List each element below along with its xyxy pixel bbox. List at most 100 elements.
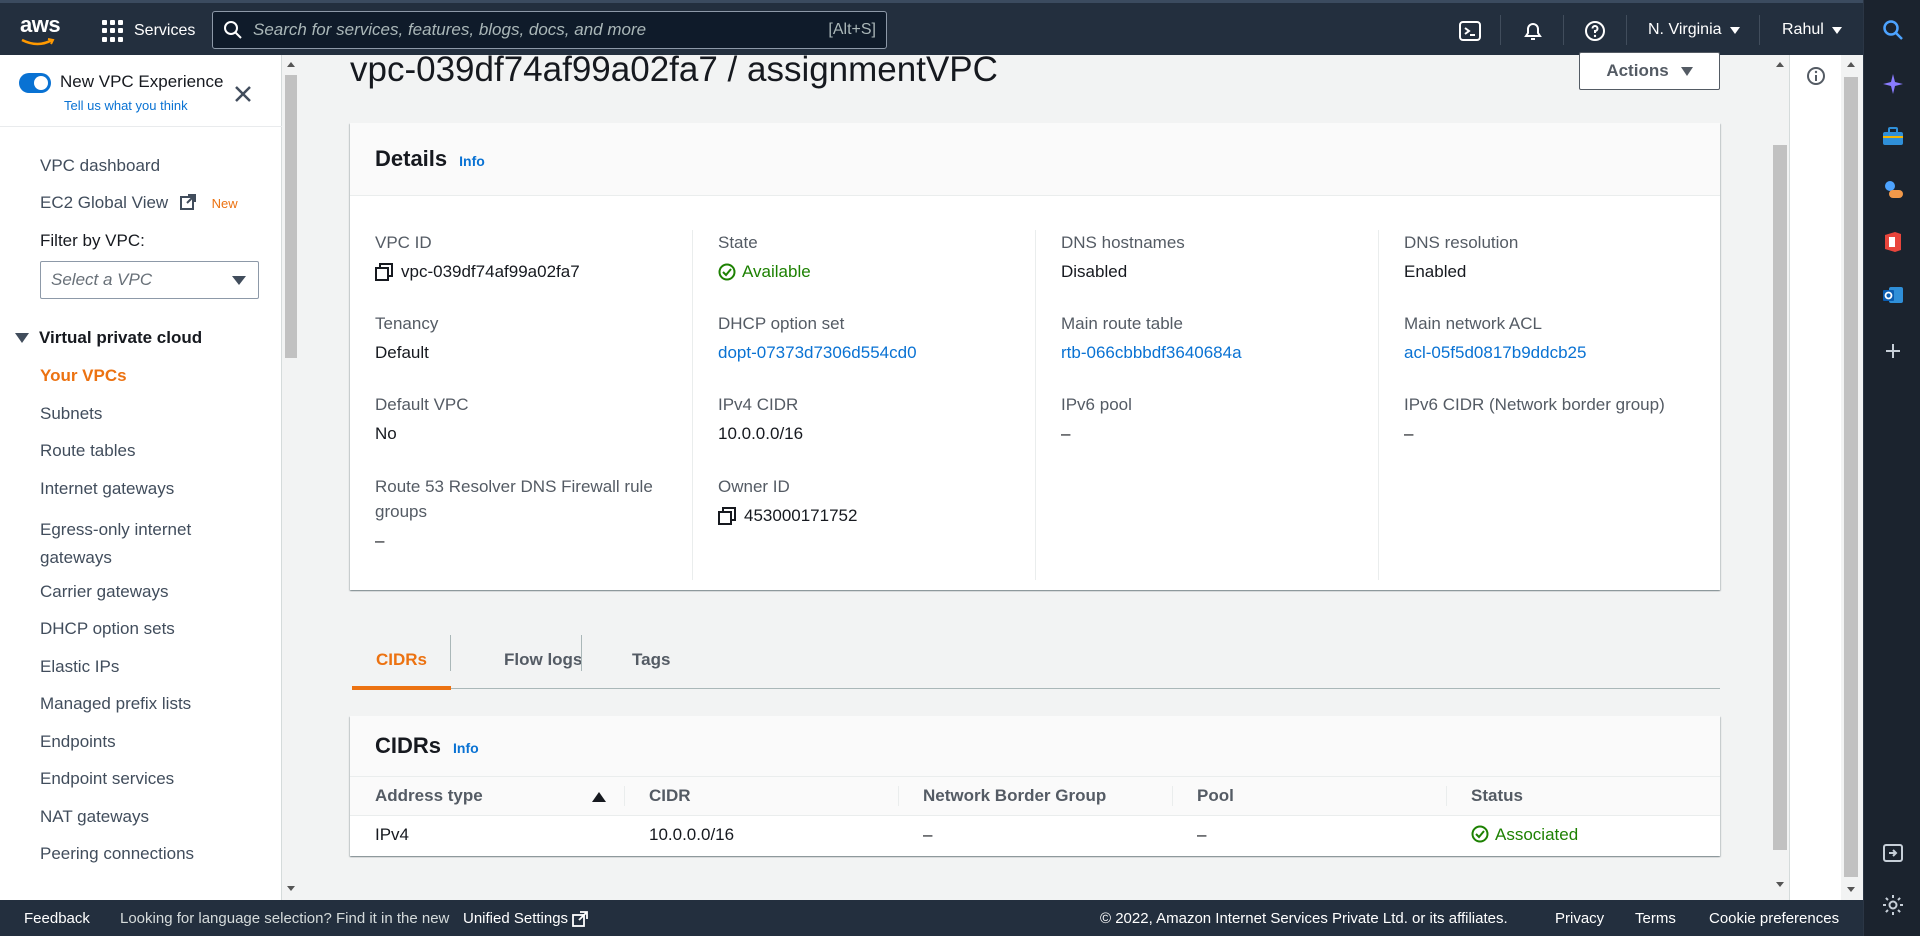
sidebar-item-endpoint-services[interactable]: Endpoint services	[40, 769, 174, 789]
sidebar-item-subnets[interactable]: Subnets	[40, 404, 102, 424]
column-header-network-border-group[interactable]: Network Border Group	[898, 777, 1172, 816]
sidebar-item-internet-gateways[interactable]: Internet gateways	[40, 479, 174, 499]
column-header-pool[interactable]: Pool	[1172, 777, 1446, 816]
field-label: IPv6 CIDR (Network border group)	[1404, 395, 1665, 414]
main-network-acl-link[interactable]: acl-05f5d0817b9ddcb25	[1404, 340, 1586, 365]
bell-icon[interactable]	[1521, 19, 1545, 43]
account-menu[interactable]: Rahul	[1782, 21, 1842, 39]
services-menu-button[interactable]: Services	[102, 17, 195, 45]
new-vpc-experience-label: New VPC Experience	[60, 72, 224, 91]
field-label: Tenancy	[375, 314, 439, 333]
terms-link[interactable]: Terms	[1635, 910, 1676, 927]
gear-icon[interactable]	[1881, 893, 1905, 917]
field-label: DNS resolution	[1404, 233, 1519, 252]
column-label: Status	[1471, 785, 1523, 805]
tab-cidrs[interactable]: CIDRs	[352, 630, 452, 690]
cidrs-panel: CIDRs Info Address type CIDR Network Bor…	[350, 716, 1720, 856]
sidebar-item-elastic-ips[interactable]: Elastic IPs	[40, 657, 119, 677]
sidebar-item-dhcp-option-sets[interactable]: DHCP option sets	[40, 619, 175, 639]
sidebar-toggle-icon[interactable]	[1881, 841, 1905, 865]
sidebar-item-your-vpcs[interactable]: Your VPCs	[40, 366, 127, 386]
new-vpc-experience-toggle[interactable]	[19, 73, 51, 93]
sidebar-scrollbar-thumb[interactable]	[285, 75, 297, 358]
sidebar-item-endpoints[interactable]: Endpoints	[40, 732, 116, 752]
aws-logo-text: aws	[20, 12, 61, 37]
sidebar-item-label: Endpoint services	[40, 769, 175, 788]
page-scrollbar-thumb[interactable]	[1844, 77, 1858, 877]
sidebar-item-label: DHCP option sets	[40, 619, 175, 638]
chevron-down-icon	[1831, 26, 1842, 34]
field-main-network-acl: Main network ACL acl-05f5d0817b9ddcb25	[1404, 311, 1586, 365]
cell-address-type: IPv4	[375, 825, 410, 845]
copy-icon[interactable]	[718, 506, 736, 525]
column-label: CIDR	[649, 785, 691, 805]
sidebar-item-ec2-global-view[interactable]: EC2 Global View New	[40, 193, 238, 213]
feedback-link[interactable]: Feedback	[24, 910, 90, 927]
column-header-cidr[interactable]: CIDR	[624, 777, 898, 816]
sidebar-item-egress-only-internet-gateways[interactable]: Egress-only internet gateways	[40, 516, 230, 572]
cidrs-title: CIDRs	[375, 733, 442, 758]
cloudshell-icon[interactable]	[1458, 19, 1482, 43]
sidebar-item-label: Carrier gateways	[40, 582, 169, 601]
tab-tags[interactable]: Tags	[608, 630, 694, 689]
sidebar-item-route-tables[interactable]: Route tables	[40, 441, 135, 461]
games-icon[interactable]	[1881, 178, 1905, 202]
cookie-preferences-link[interactable]: Cookie preferences	[1709, 910, 1839, 927]
sidebar-item-label: VPC dashboard	[40, 156, 161, 175]
tab-flow-logs[interactable]: Flow logs	[478, 630, 608, 689]
main-scrollbar-thumb[interactable]	[1773, 145, 1787, 850]
close-icon[interactable]	[232, 83, 254, 105]
outlook-icon[interactable]	[1881, 283, 1905, 307]
column-header-address-type[interactable]: Address type	[350, 777, 624, 816]
region-selector[interactable]: N. Virginia	[1648, 21, 1740, 39]
vpc-filter-select[interactable]: Select a VPC	[40, 261, 259, 299]
dhcp-option-set-link[interactable]: dopt-07373d7306d554cd0	[718, 340, 917, 365]
actions-button[interactable]: Actions	[1579, 52, 1720, 90]
search-input[interactable]	[253, 20, 829, 40]
search-shortcut-hint: [Alt+S]	[828, 21, 876, 38]
dns-resolution-value: Enabled	[1404, 262, 1467, 281]
office-icon[interactable]	[1881, 230, 1905, 254]
sidebar-item-peering-connections[interactable]: Peering connections	[40, 844, 194, 864]
route53-value: –	[375, 531, 385, 550]
tab-bar: CIDRs Flow logs Tags	[352, 630, 1720, 690]
copilot-sparkle-icon[interactable]	[1881, 72, 1905, 96]
details-info-link[interactable]: Info	[459, 153, 485, 169]
sidebar-item-vpc-dashboard[interactable]: VPC dashboard	[40, 156, 160, 176]
sidebar-item-nat-gateways[interactable]: NAT gateways	[40, 807, 149, 827]
status-label: Associated	[1495, 825, 1579, 845]
info-icon[interactable]	[1806, 66, 1826, 86]
privacy-link[interactable]: Privacy	[1555, 910, 1604, 927]
copy-icon[interactable]	[375, 262, 393, 281]
cell-network-border-group: –	[923, 825, 933, 845]
copyright-text: © 2022, Amazon Internet Services Private…	[1100, 910, 1508, 927]
ipv6-cidr-value: –	[1404, 424, 1414, 443]
details-title: Details	[375, 146, 448, 171]
search-icon[interactable]	[1881, 18, 1905, 42]
column-header-status[interactable]: Status	[1446, 777, 1720, 816]
search-box: [Alt+S]	[212, 11, 887, 49]
actions-label: Actions	[1606, 61, 1669, 80]
tab-label: CIDRs	[376, 649, 428, 669]
unified-settings-link[interactable]: Unified Settings	[463, 910, 588, 927]
field-label: IPv4 CIDR	[718, 395, 799, 414]
new-badge: New	[211, 196, 238, 211]
field-label: Route 53 Resolver DNS Firewall rule grou…	[375, 477, 653, 521]
field-main-route-table: Main route table rtb-066cbbbdf3640684a	[1061, 311, 1242, 365]
briefcase-icon[interactable]	[1881, 125, 1905, 149]
tell-us-link[interactable]: Tell us what you think	[64, 98, 188, 113]
default-vpc-value: No	[375, 424, 397, 443]
plus-icon[interactable]	[1881, 339, 1905, 363]
help-icon[interactable]	[1583, 19, 1607, 43]
owner-id-value: 453000171752	[744, 506, 858, 525]
section-virtual-private-cloud[interactable]: Virtual private cloud	[15, 328, 202, 348]
vpc-id-value: vpc-039df74af99a02fa7	[401, 262, 580, 281]
field-label: IPv6 pool	[1061, 395, 1132, 414]
main-route-table-link[interactable]: rtb-066cbbbdf3640684a	[1061, 340, 1242, 365]
table-row[interactable]: IPv4 10.0.0.0/16 – – Associated	[350, 815, 1720, 855]
field-label: Main network ACL	[1404, 314, 1542, 333]
aws-logo[interactable]: aws	[20, 12, 64, 46]
cidrs-info-link[interactable]: Info	[453, 740, 479, 756]
sidebar-item-carrier-gateways[interactable]: Carrier gateways	[40, 582, 169, 602]
sidebar-item-managed-prefix-lists[interactable]: Managed prefix lists	[40, 694, 191, 714]
